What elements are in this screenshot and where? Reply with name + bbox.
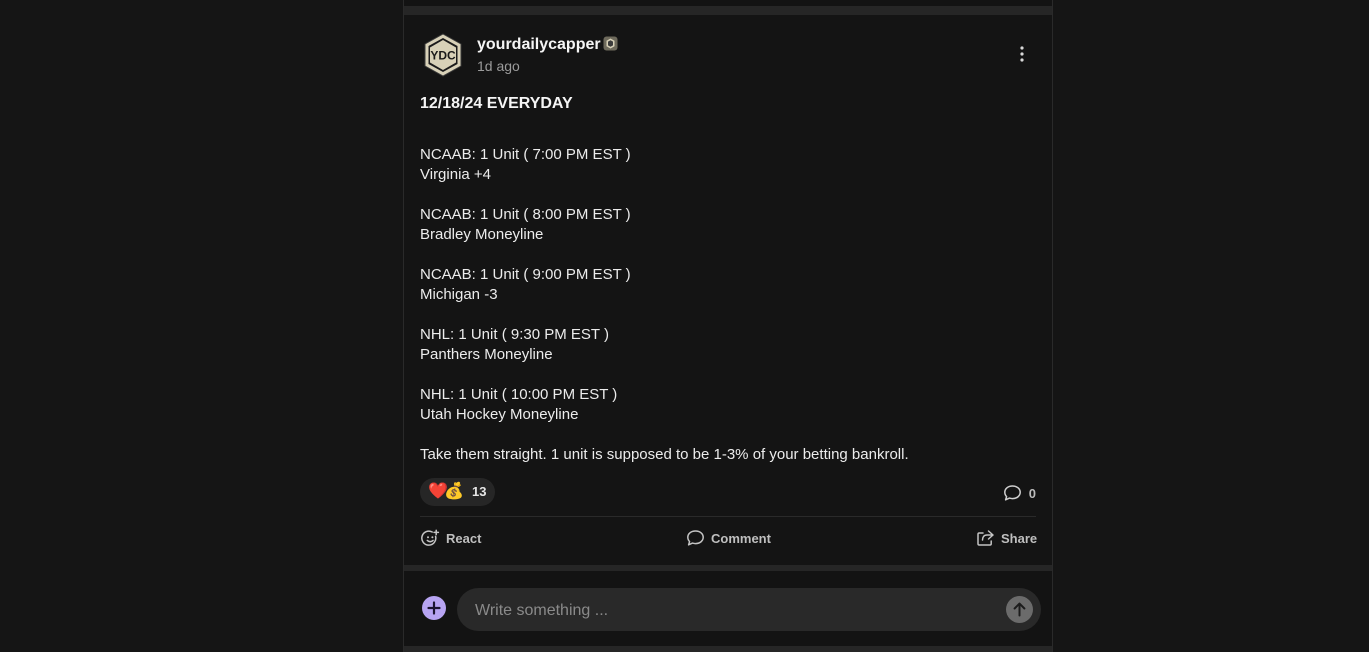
send-button[interactable] (1006, 596, 1033, 623)
pick-item: NCAAB: 1 Unit ( 7:00 PM EST ) Virginia +… (420, 145, 1030, 185)
pick-selection: Utah Hockey Moneyline (420, 406, 579, 423)
verified-badge-icon (603, 36, 618, 51)
post-separator-bottom (404, 565, 1052, 571)
post-timestamp[interactable]: 1d ago (477, 58, 520, 74)
pick-header: NCAAB: 1 Unit ( 9:00 PM EST ) (420, 266, 631, 283)
post-separator-top (404, 6, 1052, 15)
author-name[interactable]: yourdailycapper (477, 36, 601, 54)
pick-selection: Virginia +4 (420, 166, 492, 183)
pick-header: NCAAB: 1 Unit ( 7:00 PM EST ) (420, 146, 631, 163)
more-options-button[interactable] (1012, 43, 1032, 65)
comment-input[interactable] (473, 588, 997, 633)
share-icon (977, 530, 994, 546)
avatar-text: YDC (430, 49, 456, 63)
post-body: NCAAB: 1 Unit ( 7:00 PM EST ) Virginia +… (420, 145, 1030, 465)
pick-header: NCAAB: 1 Unit ( 8:00 PM EST ) (420, 206, 631, 223)
composer-separator-bottom (404, 646, 1052, 652)
reactions-summary-button[interactable]: ❤️ 💰 13 (420, 478, 495, 506)
post-card: YDC yourdailycapper 1d ago 12/18/24 EVER… (404, 15, 1052, 565)
comment-icon (687, 530, 704, 546)
share-label: Share (1001, 530, 1038, 546)
pick-item: NCAAB: 1 Unit ( 9:00 PM EST ) Michigan -… (420, 265, 1030, 305)
comments-count-button[interactable]: 0 (1003, 483, 1036, 503)
comment-composer (404, 574, 1052, 644)
comment-input-container[interactable] (457, 588, 1041, 633)
smiley-plus-icon (421, 528, 440, 546)
pick-item: NHL: 1 Unit ( 9:30 PM EST ) Panthers Mon… (420, 325, 1030, 365)
pick-item: NCAAB: 1 Unit ( 8:00 PM EST ) Bradley Mo… (420, 205, 1030, 245)
arrow-up-icon (1013, 602, 1026, 617)
feed-column: YDC yourdailycapper 1d ago 12/18/24 EVER… (403, 0, 1053, 652)
pick-selection: Panthers Moneyline (420, 346, 553, 363)
pick-item: NHL: 1 Unit ( 10:00 PM EST ) Utah Hockey… (420, 385, 1030, 425)
actions-divider (420, 516, 1036, 517)
react-label: React (446, 530, 482, 546)
plus-icon (427, 601, 441, 615)
post-note: Take them straight. 1 unit is supposed t… (420, 446, 909, 463)
pick-header: NHL: 1 Unit ( 10:00 PM EST ) (420, 386, 618, 403)
add-attachment-button[interactable] (422, 596, 446, 620)
comments-count: 0 (1028, 485, 1036, 501)
reaction-count: 13 (472, 484, 487, 499)
pick-header: NHL: 1 Unit ( 9:30 PM EST ) (420, 326, 609, 343)
pick-selection: Michigan -3 (420, 286, 498, 303)
more-vertical-icon (1020, 46, 1024, 62)
comment-button[interactable]: Comment (686, 527, 771, 549)
comment-label: Comment (711, 530, 771, 546)
react-button[interactable]: React (421, 527, 481, 549)
money-bag-emoji-icon: 💰 (444, 483, 464, 500)
pick-selection: Bradley Moneyline (420, 226, 544, 243)
share-button[interactable]: Share (976, 527, 1037, 549)
comment-bubble-icon (1003, 485, 1021, 501)
post-title: 12/18/24 EVERYDAY (420, 95, 573, 112)
author-avatar[interactable]: YDC (420, 32, 466, 78)
